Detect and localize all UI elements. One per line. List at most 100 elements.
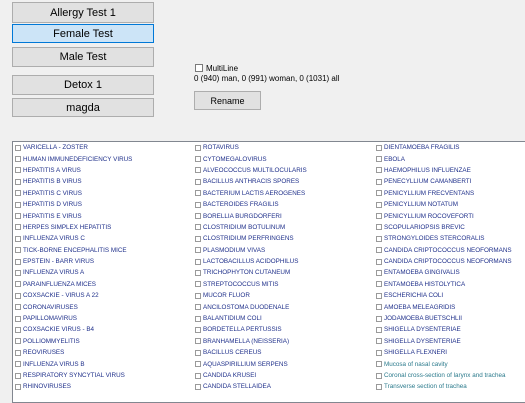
list-item-checkbox[interactable] bbox=[15, 190, 21, 197]
list-item[interactable]: HERPES SIMPLEX HEPATITIS bbox=[15, 222, 132, 233]
list-item[interactable]: CLOSTRIDIUM BOTULINUM bbox=[195, 222, 307, 233]
list-item[interactable]: EBOLA bbox=[376, 153, 512, 164]
list-item-checkbox[interactable] bbox=[195, 315, 201, 322]
list-item[interactable]: PENICYLLIUM ROCOVEFORTI bbox=[376, 210, 512, 221]
list-item[interactable]: CANDIDA CRIPTOCOCCUS NEOFORMANS bbox=[376, 256, 512, 267]
multiline-checkbox[interactable] bbox=[195, 64, 203, 72]
list-item-checkbox[interactable] bbox=[15, 326, 21, 333]
magda-button[interactable]: magda bbox=[12, 98, 154, 117]
list-item[interactable]: ANCILOSTOMA DUODENALE bbox=[195, 301, 307, 312]
list-item[interactable]: HEPATITIS B VIRUS bbox=[15, 176, 132, 187]
list-item-checkbox[interactable] bbox=[195, 292, 201, 299]
list-item-checkbox[interactable] bbox=[195, 383, 201, 390]
list-item[interactable]: BACTERIUM LACTIS AEROGENES bbox=[195, 188, 307, 199]
list-item-checkbox[interactable] bbox=[15, 292, 21, 299]
list-item-checkbox[interactable] bbox=[195, 156, 201, 163]
list-item-checkbox[interactable] bbox=[376, 201, 382, 208]
list-item-checkbox[interactable] bbox=[376, 213, 382, 220]
list-item[interactable]: BACILLUS CEREUS bbox=[195, 347, 307, 358]
list-item[interactable]: AQUASPIRILLIUM SERPENS bbox=[195, 358, 307, 369]
list-item-checkbox[interactable] bbox=[15, 178, 21, 185]
list-item-checkbox[interactable] bbox=[195, 213, 201, 220]
list-item[interactable]: PARAINFLUENZA MICES bbox=[15, 279, 132, 290]
list-item-checkbox[interactable] bbox=[195, 338, 201, 345]
list-item-checkbox[interactable] bbox=[195, 269, 201, 276]
list-item[interactable]: ENTAMOEBA GINGIVALIS bbox=[376, 267, 512, 278]
list-item[interactable]: BALANTIDIUM COLI bbox=[195, 313, 307, 324]
list-item[interactable]: CANDIDA STELLAIDEA bbox=[195, 381, 307, 392]
list-item[interactable]: INFLUENZA VIRUS A bbox=[15, 267, 132, 278]
male-test-button[interactable]: Male Test bbox=[12, 47, 154, 67]
list-item[interactable]: BACILLUS ANTHRACIS SPORES bbox=[195, 176, 307, 187]
list-item-checkbox[interactable] bbox=[195, 247, 201, 254]
list-item-checkbox[interactable] bbox=[376, 178, 382, 185]
list-item-checkbox[interactable] bbox=[195, 201, 201, 208]
list-item[interactable]: SHIGELLA DYSENTERIAE bbox=[376, 336, 512, 347]
list-item-checkbox[interactable] bbox=[15, 201, 21, 208]
list-item[interactable]: BACTEROIDES FRAGILIS bbox=[195, 199, 307, 210]
list-item-checkbox[interactable] bbox=[376, 269, 382, 276]
list-item[interactable]: INFLUENZA VIRUS B bbox=[15, 358, 132, 369]
list-item-checkbox[interactable] bbox=[195, 235, 201, 242]
list-item-checkbox[interactable] bbox=[15, 247, 21, 254]
list-item[interactable]: TICK-BORNE ENCEPHALITIS MICE bbox=[15, 245, 132, 256]
list-item-checkbox[interactable] bbox=[195, 326, 201, 333]
list-item[interactable]: CORONAVIRUSES bbox=[15, 301, 132, 312]
list-item-checkbox[interactable] bbox=[15, 338, 21, 345]
list-item-checkbox[interactable] bbox=[195, 361, 201, 368]
list-item-checkbox[interactable] bbox=[376, 304, 382, 311]
list-item-checkbox[interactable] bbox=[15, 167, 21, 174]
list-item-checkbox[interactable] bbox=[195, 281, 201, 288]
list-item-checkbox[interactable] bbox=[15, 258, 21, 265]
list-item-checkbox[interactable] bbox=[195, 224, 201, 231]
list-item[interactable]: INFLUENZA VIRUS C bbox=[15, 233, 132, 244]
list-item-checkbox[interactable] bbox=[376, 315, 382, 322]
list-item[interactable]: CANDIDA KRUSEI bbox=[195, 370, 307, 381]
list-item-checkbox[interactable] bbox=[376, 156, 382, 163]
list-item[interactable]: RHINOVIRUSES bbox=[15, 381, 132, 392]
remedy-list[interactable]: VARICELLA - ZOSTER HUMAN IMMUNEDEFICIENCY… bbox=[12, 141, 525, 403]
list-item[interactable]: PENECYLLIUM CAMANBERTI bbox=[376, 176, 512, 187]
list-item[interactable]: STREPTOCOCCUS MITIS bbox=[195, 279, 307, 290]
list-item-checkbox[interactable] bbox=[376, 326, 382, 333]
list-item[interactable]: DIENTAMOEBA FRAGILIS bbox=[376, 142, 512, 153]
list-item-checkbox[interactable] bbox=[376, 144, 382, 151]
list-item-checkbox[interactable] bbox=[376, 292, 382, 299]
multiline-toggle[interactable]: MultiLine bbox=[195, 62, 238, 74]
allergy-test-1-button[interactable]: Allergy Test 1 bbox=[12, 2, 154, 23]
list-item-checkbox[interactable] bbox=[15, 349, 21, 356]
list-item[interactable]: AMOEBA MELEAGRIDIS bbox=[376, 301, 512, 312]
list-item-checkbox[interactable] bbox=[376, 258, 382, 265]
list-item[interactable]: HAEMOPHILUS INFLUENZAE bbox=[376, 165, 512, 176]
list-item-checkbox[interactable] bbox=[376, 372, 382, 379]
list-item[interactable]: SHIGELLA FLEXNERI bbox=[376, 347, 512, 358]
list-item-checkbox[interactable] bbox=[15, 213, 21, 220]
detox-1-button[interactable]: Detox 1 bbox=[12, 75, 154, 95]
list-item-checkbox[interactable] bbox=[376, 224, 382, 231]
list-item[interactable]: COXSACKIE VIRUS - B4 bbox=[15, 324, 132, 335]
list-item[interactable]: HEPATITIS A VIRUS bbox=[15, 165, 132, 176]
list-item[interactable]: REOVIRUSES bbox=[15, 347, 132, 358]
list-item[interactable]: HUMAN IMMUNEDEFICIENCY VIRUS bbox=[15, 153, 132, 164]
list-item[interactable]: ESCHERICHIA COLI bbox=[376, 290, 512, 301]
list-item-checkbox[interactable] bbox=[376, 190, 382, 197]
list-item[interactable]: ENTAMOEBA HISTOLYTICA bbox=[376, 279, 512, 290]
list-item-checkbox[interactable] bbox=[376, 281, 382, 288]
list-item-checkbox[interactable] bbox=[376, 383, 382, 390]
list-item[interactable]: POLLIOMMYELITIS bbox=[15, 336, 132, 347]
list-item[interactable]: EPSTEIN - BARR VIRUS bbox=[15, 256, 132, 267]
list-item-checkbox[interactable] bbox=[15, 383, 21, 390]
list-item[interactable]: COXSACKIE - VIRUS A 22 bbox=[15, 290, 132, 301]
list-item[interactable]: CLOSTRIDIUM PERFRINGENS bbox=[195, 233, 307, 244]
list-item-checkbox[interactable] bbox=[15, 315, 21, 322]
list-item[interactable]: Mucosa of nasal cavity bbox=[376, 358, 512, 369]
list-item-checkbox[interactable] bbox=[376, 361, 382, 368]
list-item-checkbox[interactable] bbox=[376, 338, 382, 345]
list-item-checkbox[interactable] bbox=[15, 269, 21, 276]
list-item-checkbox[interactable] bbox=[195, 258, 201, 265]
list-item[interactable]: CYTOMEGALOVIRUS bbox=[195, 153, 307, 164]
list-item[interactable]: ROTAVIRUS bbox=[195, 142, 307, 153]
list-item[interactable]: BORELLIA BURGDORFERI bbox=[195, 210, 307, 221]
list-item[interactable]: Coronal cross-section of larynx and trac… bbox=[376, 370, 512, 381]
list-item-checkbox[interactable] bbox=[195, 304, 201, 311]
